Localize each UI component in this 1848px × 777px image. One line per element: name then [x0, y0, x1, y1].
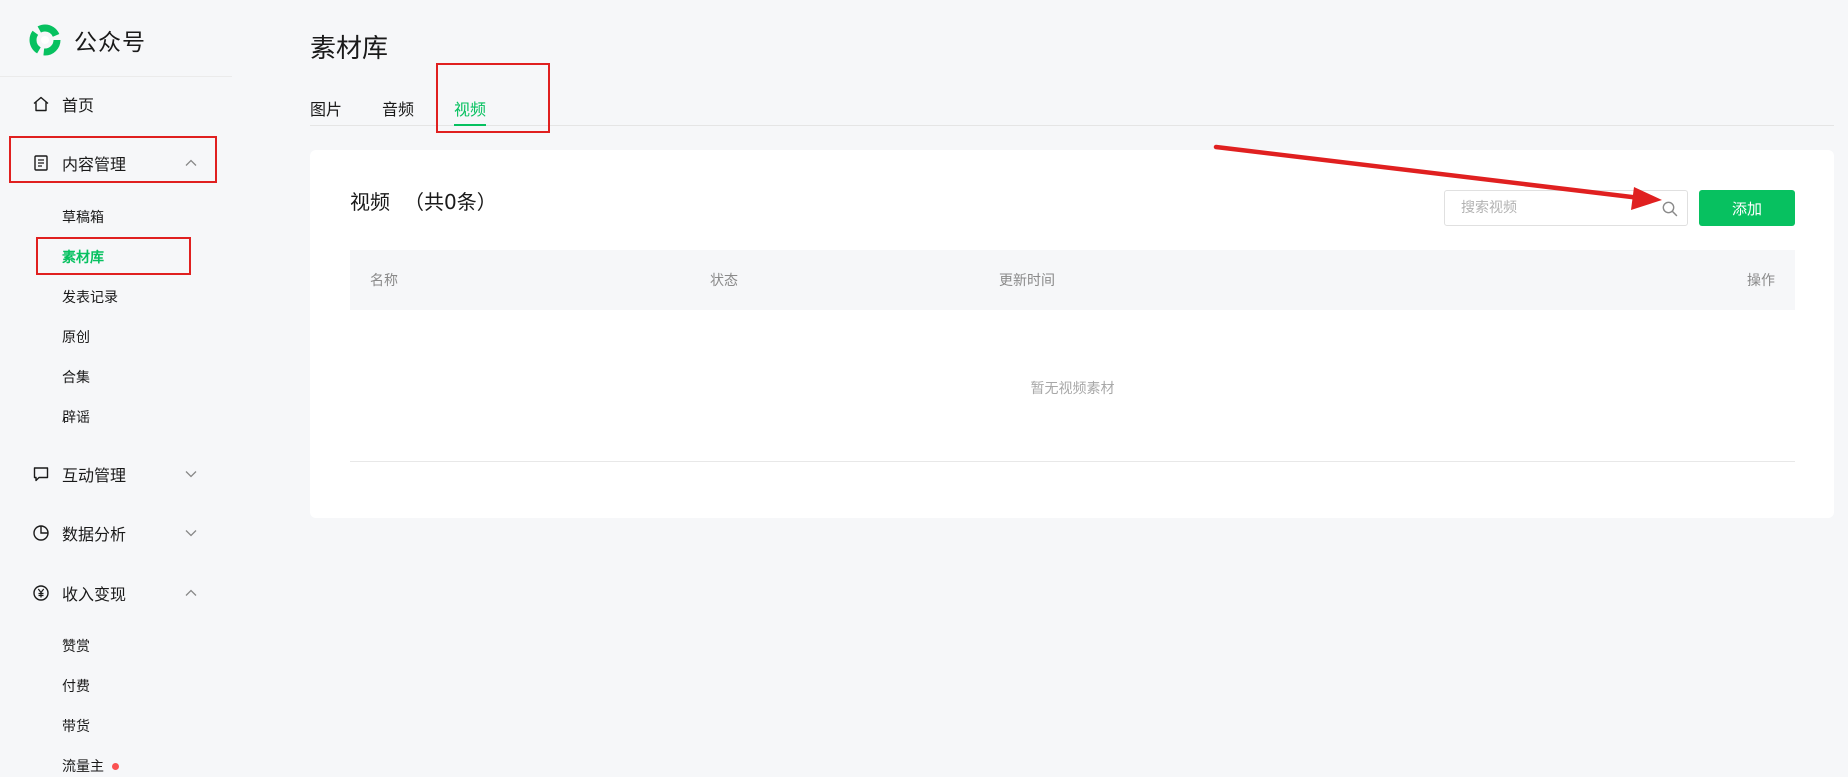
notification-dot — [112, 762, 119, 770]
tab-video-label: 视频 — [454, 100, 487, 119]
yuan-icon — [33, 585, 49, 601]
nav-label-analytics: 数据分析 — [62, 525, 127, 544]
sub-item-traffic-owner-label: 流量主 — [62, 759, 104, 775]
sub-item-material-library[interactable]: 素材库 — [62, 245, 104, 269]
sub-item-original[interactable]: 原创 — [62, 325, 90, 349]
nav-label-monetization: 收入变现 — [62, 585, 127, 604]
item-count: （共0条） — [404, 190, 497, 214]
logo[interactable]: 公众号 — [28, 22, 146, 58]
tab-images[interactable]: 图片 — [310, 96, 342, 126]
sub-item-paid[interactable]: 付费 — [62, 674, 90, 698]
sub-item-collections[interactable]: 合集 — [62, 365, 90, 389]
sub-item-commerce[interactable]: 带货 — [62, 714, 90, 738]
tab-images-label: 图片 — [310, 100, 343, 119]
table-header: 名称 状态 更新时间 操作 — [350, 250, 1795, 310]
nav-label-content: 内容管理 — [62, 155, 127, 174]
app-name: 公众号 — [74, 30, 146, 56]
nav-label-interaction: 互动管理 — [62, 466, 127, 485]
sub-item-traffic-owner[interactable]: 流量主 — [62, 754, 119, 777]
logo-divider — [0, 76, 232, 77]
sub-item-rumor-refute[interactable]: 辟谣 — [62, 405, 90, 429]
empty-state-text: 暂无视频素材 — [1030, 381, 1115, 397]
tab-audio[interactable]: 音频 — [382, 96, 414, 126]
search-input[interactable] — [1445, 191, 1655, 225]
sub-item-appreciation[interactable]: 赞赏 — [62, 634, 90, 658]
section-title-label: 视频 — [350, 190, 390, 214]
table-divider — [350, 461, 1795, 462]
sub-item-drafts[interactable]: 草稿箱 — [62, 205, 104, 229]
document-icon — [34, 155, 48, 171]
tab-bar: 图片 音频 视频 — [310, 92, 1834, 126]
column-header-name: 名称 — [370, 273, 398, 289]
tab-active-indicator — [454, 124, 487, 126]
add-button[interactable]: 添加 — [1699, 190, 1795, 226]
column-header-actions: 操作 — [1747, 273, 1775, 289]
highlight-box-material-library — [36, 237, 191, 275]
comment-icon — [33, 467, 49, 482]
nav-label-home: 首页 — [62, 96, 95, 115]
logo-icon — [29, 24, 61, 56]
nav-item-interaction[interactable]: 互动管理 — [0, 452, 232, 496]
column-header-status: 状态 — [710, 273, 738, 289]
nav-item-monetization[interactable]: 收入变现 — [0, 571, 232, 615]
chevron-up-icon — [185, 159, 197, 166]
search-box[interactable] — [1444, 190, 1688, 226]
chevron-down-icon — [185, 471, 197, 478]
tab-video[interactable]: 视频 — [454, 96, 487, 126]
sub-item-publish-records[interactable]: 发表记录 — [62, 285, 118, 309]
search-icon[interactable] — [1661, 200, 1679, 218]
nav-item-home[interactable]: 首页 — [0, 82, 232, 126]
tab-audio-label: 音频 — [382, 100, 415, 119]
home-icon — [33, 96, 49, 112]
nav-item-content[interactable]: 内容管理 — [0, 141, 232, 185]
chevron-up-icon — [185, 589, 197, 596]
column-header-updated-time: 更新时间 — [999, 273, 1055, 289]
pie-chart-icon — [33, 525, 49, 541]
nav-item-analytics[interactable]: 数据分析 — [0, 511, 232, 555]
page-title: 素材库 — [310, 34, 389, 64]
sidebar: 公众号 首页 内容管理 草稿箱 素材库 发表记录 原创 合集 辟谣 互动管理 数… — [0, 0, 232, 777]
section-title: 视频 （共0条） — [350, 186, 497, 215]
chevron-down-icon — [185, 530, 197, 537]
video-list-card: 视频 （共0条） 添加 名称 状态 更新时间 操作 暂无视频素材 — [310, 150, 1834, 518]
